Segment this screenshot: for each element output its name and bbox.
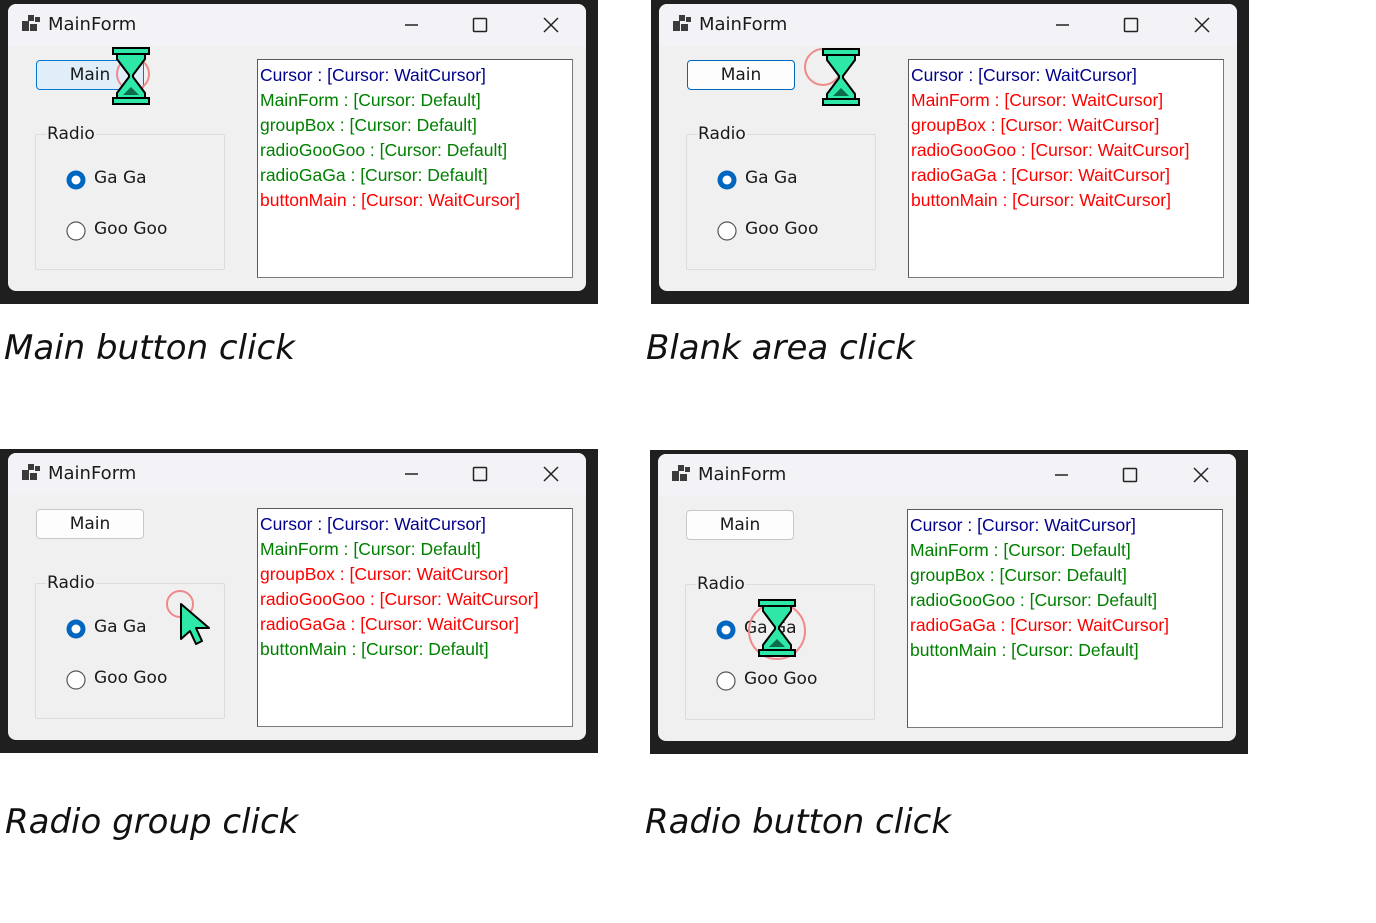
log-line: radioGooGoo : [Cursor: Default] [910,590,1158,610]
log-line: Cursor : [Cursor: WaitCursor] [911,65,1137,85]
log-line: MainForm : [Cursor: Default] [260,539,481,559]
main-button[interactable]: Main [36,509,144,539]
radio-goo-goo[interactable]: Goo Goo [66,218,236,244]
main-form-window: MainForm Main Radio Ga Ga Goo Goo Cursor… [659,4,1237,291]
close-icon[interactable] [531,459,571,489]
screenshot-panel-main-button-click: MainForm Main Radio Ga Ga Goo Goo Cursor… [0,0,598,304]
radio-unchecked-icon [66,221,86,241]
minimize-icon[interactable] [1041,460,1081,490]
window-title: MainForm [698,464,787,485]
log-line: radioGooGoo : [Cursor: Default] [260,140,508,160]
maximize-icon[interactable] [460,459,500,489]
radio-ga-ga-label: Ga Ga [94,168,147,188]
caption-blank-area-click: Blank area click [646,328,915,368]
radio-goo-goo-label: Goo Goo [745,219,819,239]
log-line: Cursor : [Cursor: WaitCursor] [260,65,486,85]
radio-group-label: Radio [46,573,96,593]
radio-goo-goo-label: Goo Goo [94,219,168,239]
log-line: Cursor : [Cursor: WaitCursor] [910,515,1136,535]
log-line: radioGaGa : [Cursor: WaitCursor] [911,165,1171,185]
caption-main-button-click: Main button click [4,328,295,368]
app-icon [22,464,40,480]
radio-goo-goo[interactable]: Goo Goo [66,667,236,693]
radio-unchecked-icon [716,671,736,691]
title-bar[interactable]: MainForm [8,453,586,495]
radio-group-label: Radio [696,574,746,594]
app-icon [672,465,690,481]
caption-radio-group-click: Radio group click [5,802,299,842]
log-line: groupBox : [Cursor: WaitCursor] [260,564,509,584]
title-bar[interactable]: MainForm [659,4,1237,46]
radio-goo-goo[interactable]: Goo Goo [717,218,887,244]
radio-ga-ga[interactable]: Ga Ga [717,167,887,193]
window-title: MainForm [48,14,137,35]
close-icon[interactable] [531,10,571,40]
radio-goo-goo[interactable]: Goo Goo [716,668,886,694]
screenshot-panel-blank-area-click: MainForm Main Radio Ga Ga Goo Goo Cursor… [651,0,1249,304]
radio-group-box[interactable] [686,134,876,270]
log-textbox[interactable]: Cursor : [Cursor: WaitCursor] MainForm :… [257,59,573,278]
close-icon[interactable] [1182,10,1222,40]
screenshot-panel-radio-group-click: MainForm Main Radio Ga Ga Goo Goo Cursor… [0,449,598,753]
log-line: radioGaGa : [Cursor: Default] [260,165,488,185]
radio-checked-icon [717,170,737,190]
title-bar[interactable]: MainForm [8,4,586,46]
log-line: MainForm : [Cursor: WaitCursor] [911,90,1164,110]
radio-ga-ga-label: Ga Ga [94,617,147,637]
window-title: MainForm [699,14,788,35]
log-line: Cursor : [Cursor: WaitCursor] [260,514,486,534]
radio-unchecked-icon [66,670,86,690]
log-textbox[interactable]: Cursor : [Cursor: WaitCursor] MainForm :… [907,509,1223,728]
main-button[interactable]: Main [686,510,794,540]
radio-group-label: Radio [46,124,96,144]
radio-goo-goo-label: Goo Goo [94,668,168,688]
window-title: MainForm [48,463,137,484]
log-line: buttonMain : [Cursor: Default] [910,640,1139,660]
radio-checked-icon [66,170,86,190]
main-form-window: MainForm Main Radio Ga Ga Goo Goo Cursor… [8,453,586,740]
radio-group-box[interactable] [35,134,225,270]
title-bar[interactable]: MainForm [658,454,1236,496]
log-line: radioGooGoo : [Cursor: WaitCursor] [260,589,539,609]
log-line: groupBox : [Cursor: Default] [910,565,1127,585]
hourglass-wait-cursor-icon [112,47,150,105]
minimize-icon[interactable] [391,459,431,489]
radio-ga-ga[interactable]: Ga Ga [66,167,236,193]
log-line: buttonMain : [Cursor: WaitCursor] [911,190,1171,210]
log-line: radioGooGoo : [Cursor: WaitCursor] [911,140,1190,160]
log-line: MainForm : [Cursor: Default] [910,540,1131,560]
log-textbox[interactable]: Cursor : [Cursor: WaitCursor] MainForm :… [257,508,573,727]
log-line: radioGaGa : [Cursor: WaitCursor] [260,614,520,634]
main-button[interactable]: Main [687,60,795,90]
hourglass-wait-cursor-icon [758,599,796,657]
screenshot-panel-radio-button-click: MainForm Main Radio Ga Ga Goo Goo Cursor… [650,450,1248,754]
log-line: radioGaGa : [Cursor: WaitCursor] [910,615,1170,635]
radio-ga-ga-label: Ga Ga [745,168,798,188]
log-line: groupBox : [Cursor: Default] [260,115,477,135]
main-form-window: MainForm Main Radio Ga Ga Goo Goo Cursor… [8,4,586,291]
minimize-icon[interactable] [1042,10,1082,40]
log-line: MainForm : [Cursor: Default] [260,90,481,110]
radio-checked-icon [66,619,86,639]
maximize-icon[interactable] [460,10,500,40]
radio-group-label: Radio [697,124,747,144]
caption-radio-button-click: Radio button click [645,802,952,842]
log-line: buttonMain : [Cursor: Default] [260,639,489,659]
app-icon [673,15,691,31]
radio-unchecked-icon [717,221,737,241]
log-textbox[interactable]: Cursor : [Cursor: WaitCursor] MainForm :… [908,59,1224,278]
arrow-cursor-icon [180,603,210,645]
log-line: buttonMain : [Cursor: WaitCursor] [260,190,520,210]
maximize-icon[interactable] [1111,10,1151,40]
close-icon[interactable] [1181,460,1221,490]
log-line: groupBox : [Cursor: WaitCursor] [911,115,1160,135]
minimize-icon[interactable] [391,10,431,40]
maximize-icon[interactable] [1110,460,1150,490]
radio-goo-goo-label: Goo Goo [744,669,818,689]
app-icon [22,15,40,31]
radio-checked-icon [716,620,736,640]
hourglass-wait-cursor-icon [822,48,860,106]
main-form-window: MainForm Main Radio Ga Ga Goo Goo Cursor… [658,454,1236,741]
